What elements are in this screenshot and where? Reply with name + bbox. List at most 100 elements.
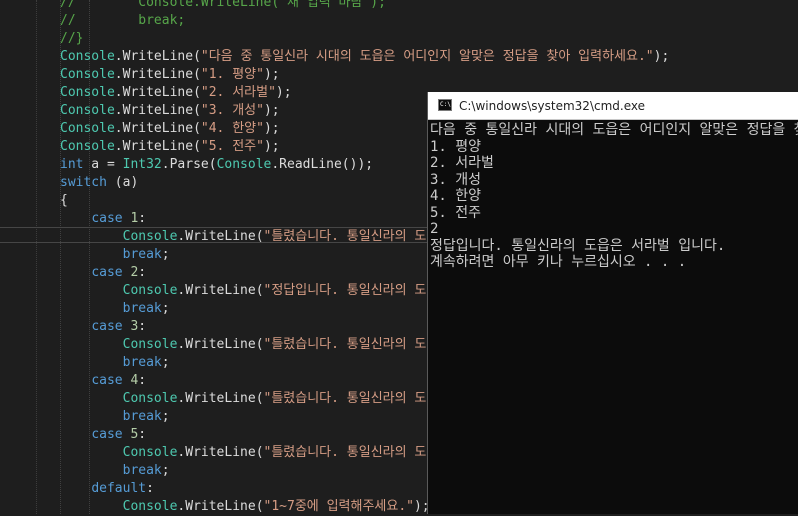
console-window[interactable]: C:\ C:\windows\system32\cmd.exe 다음 중 통일신… [427,92,798,514]
code-token: .WriteLine( [177,229,264,244]
console-output-line: 2 [430,221,439,237]
code-token: Console [60,139,115,154]
code-token: .WriteLine( [114,85,201,100]
code-token: Console [60,103,115,118]
code-token: break [122,247,162,262]
code-token: // break; [60,13,186,28]
code-token: Console [60,49,115,64]
code-line: //} [60,30,83,48]
code-line: Console.WriteLine("틀렸습니다. 통일신라의 도 [60,444,427,462]
console-output-line: 4. 한양 [430,188,482,204]
code-token: "다음 중 통일신라 시대의 도읍은 어디인지 알맞은 정답을 찾아 입력하세요… [200,49,654,64]
code-line: { [60,192,68,210]
code-line: Console.WriteLine("5. 전주"); [60,138,280,156]
code-token: .WriteLine( [114,103,201,118]
code-token: Console [122,229,178,244]
code-token: Console [122,445,178,460]
code-token: .WriteLine( [114,121,201,136]
code-token: "정답입니다. 통일신라의 도 [263,283,427,298]
code-token: ); [263,67,280,82]
code-token: .WriteLine( [177,337,264,352]
code-token: ; [161,409,170,424]
code-token: case [91,211,123,226]
code-token: ; [161,463,170,478]
code-token: Console [216,157,272,172]
code-token: //} [60,31,84,46]
console-output-line: 1. 평양 [430,138,482,155]
code-token: case [91,265,123,280]
console-output-line: 정답입니다. 통일신라의 도읍은 서라벌 입니다. [430,237,726,254]
console-output-line: 3. 개성 [430,171,482,188]
code-token: case [91,427,123,442]
cmd-icon: C:\ [438,99,452,111]
code-token: .WriteLine( [177,391,264,406]
code-line: break; [60,408,170,426]
code-token: break [122,409,162,424]
code-line: Console.WriteLine("1~7중에 입력해주세요."); [60,498,430,516]
code-token: Console [60,67,115,82]
console-output-line: 5. 전주 [430,204,482,221]
console-output-line: 계속하려면 아무 키나 누르십시오 . . . [430,254,687,270]
code-line: case 1: [60,210,146,228]
code-token: ; [161,247,170,262]
code-line: break; [60,462,170,480]
console-titlebar[interactable]: C:\ C:\windows\system32\cmd.exe [428,92,798,120]
code-line: Console.WriteLine("다음 중 통일신라 시대의 도읍은 어디인… [60,48,669,66]
code-token: { [60,193,68,208]
code-line: break; [60,300,170,318]
code-line: Console.WriteLine("2. 서라벌"); [60,84,292,102]
code-token: break [122,355,162,370]
code-token: ); [263,103,280,118]
code-token: Console [122,283,178,298]
code-token: Console [122,391,178,406]
code-token: .WriteLine( [114,49,201,64]
code-line: case 2: [60,264,146,282]
code-line: switch (a) [60,174,138,192]
code-token: break [122,463,162,478]
code-token: int [60,157,84,172]
code-token: // Console.WriteLine("재 입력 바람"); [60,0,386,10]
code-token: ; [161,301,170,316]
code-line: case 4: [60,372,146,390]
code-token: Console [60,85,115,100]
code-token: : [138,265,147,280]
code-token: : [138,427,147,442]
code-token: case [91,373,123,388]
code-line: case 5: [60,426,146,444]
console-output-line: 다음 중 통일신라 시대의 도읍은 어디인지 알맞은 정답을 찾아 입력하세요. [430,122,798,138]
console-output-line: 2. 서라벌 [430,155,494,171]
code-token: (a) [106,175,139,190]
code-token: .WriteLine( [114,67,201,82]
code-line: Console.WriteLine("틀렸습니다. 통일신라의 도 [60,336,427,354]
code-line: int a = Int32.Parse(Console.ReadLine()); [60,156,373,174]
code-line: Console.WriteLine("틀렸습니다. 통일신라의 도 [60,228,427,246]
code-token: a = [83,157,123,172]
code-token: ; [161,355,170,370]
code-token: .Parse( [161,157,217,172]
code-token: .WriteLine( [177,445,264,460]
code-line: // Console.WriteLine("재 입력 바람"); [60,0,386,12]
code-token: "5. 전주" [200,139,264,154]
code-token: .WriteLine( [177,283,264,298]
code-line: Console.WriteLine("4. 한양"); [60,120,280,138]
code-line: Console.WriteLine("정답입니다. 통일신라의 도 [60,282,427,300]
code-token: "3. 개성" [200,103,264,118]
code-token: .WriteLine( [114,139,201,154]
console-output[interactable]: 다음 중 통일신라 시대의 도읍은 어디인지 알맞은 정답을 찾아 입력하세요.… [430,122,798,271]
code-token: "2. 서라벌" [200,85,276,100]
code-token: Console [60,121,115,136]
code-token: Int32 [122,157,162,172]
